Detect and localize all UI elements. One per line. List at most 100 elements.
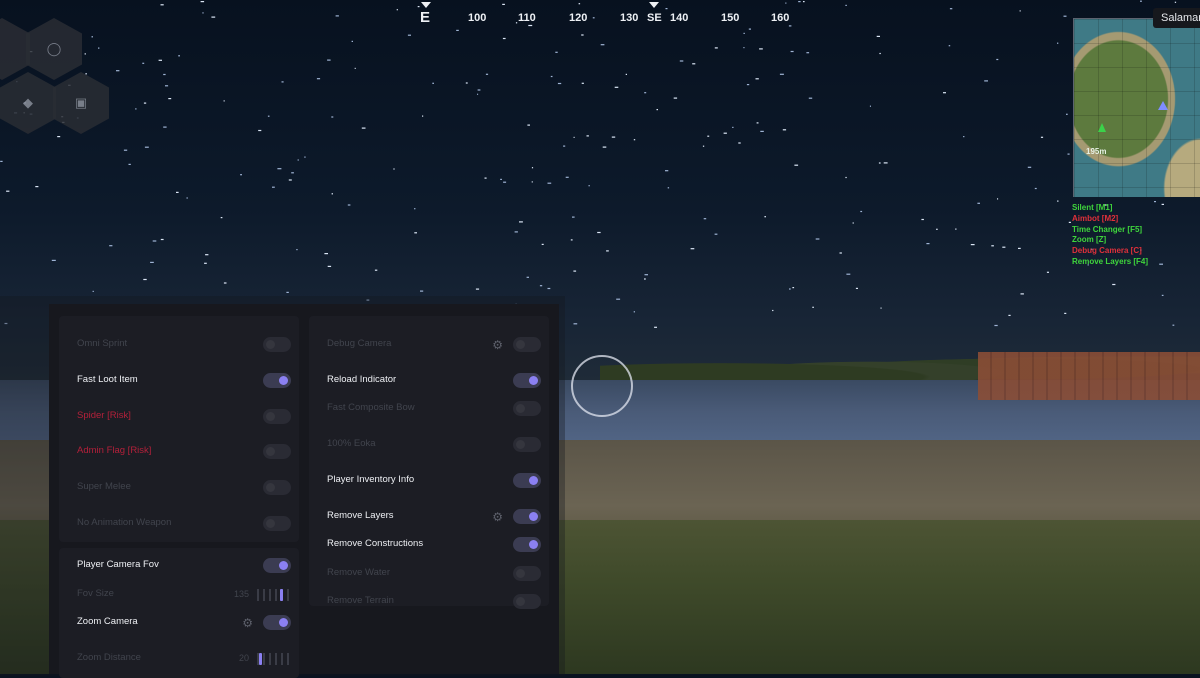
compass-heading: SE bbox=[647, 12, 662, 24]
star bbox=[997, 198, 999, 200]
star bbox=[286, 291, 289, 293]
toggle-switch[interactable] bbox=[263, 409, 291, 424]
star bbox=[815, 238, 820, 240]
star bbox=[514, 231, 518, 233]
star bbox=[324, 253, 328, 255]
setting-row[interactable]: Player Inventory Info bbox=[309, 470, 549, 492]
star bbox=[98, 47, 100, 49]
toggle-switch[interactable] bbox=[263, 373, 291, 388]
star bbox=[361, 127, 366, 129]
star bbox=[316, 78, 321, 80]
star bbox=[51, 259, 56, 261]
toggle-switch[interactable] bbox=[513, 437, 541, 452]
fov-size-slider[interactable] bbox=[257, 589, 291, 601]
toggle-knob bbox=[266, 340, 275, 349]
keybind-item: Silent [M1] bbox=[1072, 203, 1113, 212]
setting-row[interactable]: Spider [Risk] bbox=[59, 406, 299, 428]
toggle-knob bbox=[266, 447, 275, 456]
setting-row[interactable]: Reload Indicator bbox=[309, 370, 549, 392]
star bbox=[123, 149, 128, 151]
star bbox=[547, 287, 551, 290]
setting-row[interactable]: No Animation Weapon bbox=[59, 513, 299, 535]
toggle-knob bbox=[516, 404, 525, 413]
setting-row[interactable]: Remove Water bbox=[309, 563, 549, 585]
star bbox=[723, 132, 727, 134]
star bbox=[1154, 201, 1156, 203]
star bbox=[855, 287, 858, 289]
gear-icon[interactable]: ⚙ bbox=[242, 616, 253, 630]
gear-icon[interactable]: ⚙ bbox=[492, 338, 503, 352]
star bbox=[57, 136, 61, 138]
setting-row[interactable]: Super Melee bbox=[59, 477, 299, 499]
zoom-distance-slider[interactable] bbox=[257, 653, 291, 665]
star bbox=[163, 73, 166, 76]
setting-row[interactable]: Debug Camera ⚙ bbox=[309, 334, 549, 356]
toggle-switch[interactable] bbox=[263, 615, 291, 630]
zoom-camera-row[interactable]: Zoom Camera ⚙ bbox=[59, 612, 299, 634]
setting-row[interactable]: Remove Layers ⚙ bbox=[309, 506, 549, 528]
toggle-switch[interactable] bbox=[513, 509, 541, 524]
star bbox=[860, 210, 863, 213]
row-label: Reload Indicator bbox=[327, 374, 397, 385]
star bbox=[794, 164, 799, 166]
fov-size-row: Fov Size 135 bbox=[59, 584, 299, 606]
toggle-switch[interactable] bbox=[263, 337, 291, 352]
setting-row[interactable]: 100% Eoka bbox=[309, 434, 549, 456]
minimap[interactable]: 195m bbox=[1073, 18, 1200, 197]
toggle-switch[interactable] bbox=[513, 473, 541, 488]
row-label: Super Melee bbox=[77, 481, 131, 492]
setting-row[interactable]: Remove Terrain bbox=[309, 591, 549, 613]
star bbox=[936, 228, 938, 230]
star bbox=[991, 245, 994, 247]
gear-icon[interactable]: ⚙ bbox=[492, 510, 503, 524]
star bbox=[1057, 200, 1059, 202]
star bbox=[281, 81, 284, 83]
star bbox=[656, 109, 658, 111]
star bbox=[407, 34, 411, 36]
star bbox=[1068, 221, 1071, 223]
toggle-switch[interactable] bbox=[513, 373, 541, 388]
star bbox=[703, 218, 707, 220]
star bbox=[150, 261, 154, 263]
toggle-switch[interactable] bbox=[513, 401, 541, 416]
slider-thumb[interactable] bbox=[258, 653, 262, 665]
star bbox=[541, 243, 544, 245]
slider-thumb[interactable] bbox=[280, 589, 284, 601]
setting-row[interactable]: Fast Loot Item bbox=[59, 370, 299, 392]
compass-heading: 120 bbox=[569, 12, 588, 24]
star bbox=[665, 170, 669, 172]
star bbox=[690, 248, 695, 250]
toggle-switch[interactable] bbox=[513, 337, 541, 352]
toggle-knob bbox=[279, 561, 288, 570]
setting-row[interactable]: Fast Composite Bow bbox=[309, 398, 549, 420]
star bbox=[484, 177, 487, 179]
setting-row[interactable]: Admin Flag [Risk] bbox=[59, 441, 299, 463]
star bbox=[880, 307, 882, 309]
star bbox=[963, 136, 965, 138]
compass-heading: 150 bbox=[721, 12, 740, 24]
star bbox=[1066, 113, 1068, 115]
row-label: Player Inventory Info bbox=[327, 474, 415, 485]
star bbox=[570, 239, 573, 241]
star bbox=[1034, 187, 1037, 190]
star bbox=[152, 240, 157, 242]
toggle-switch[interactable] bbox=[263, 516, 291, 531]
star bbox=[1112, 283, 1116, 286]
toggle-switch[interactable] bbox=[263, 558, 291, 573]
star bbox=[1064, 312, 1067, 314]
star bbox=[869, 105, 871, 107]
toggle-switch[interactable] bbox=[513, 594, 541, 609]
star bbox=[6, 190, 10, 192]
setting-row[interactable]: Remove Constructions bbox=[309, 534, 549, 556]
toggle-switch[interactable] bbox=[263, 444, 291, 459]
toggle-switch[interactable] bbox=[263, 480, 291, 495]
star bbox=[277, 168, 282, 170]
toggle-switch[interactable] bbox=[513, 537, 541, 552]
compass-heading: 100 bbox=[468, 12, 487, 24]
player-camera-fov-row[interactable]: Player Camera Fov bbox=[59, 555, 299, 577]
star bbox=[85, 73, 87, 75]
toggle-switch[interactable] bbox=[513, 566, 541, 581]
star bbox=[644, 278, 646, 280]
setting-row[interactable]: Omni Sprint bbox=[59, 334, 299, 356]
star bbox=[351, 40, 353, 42]
